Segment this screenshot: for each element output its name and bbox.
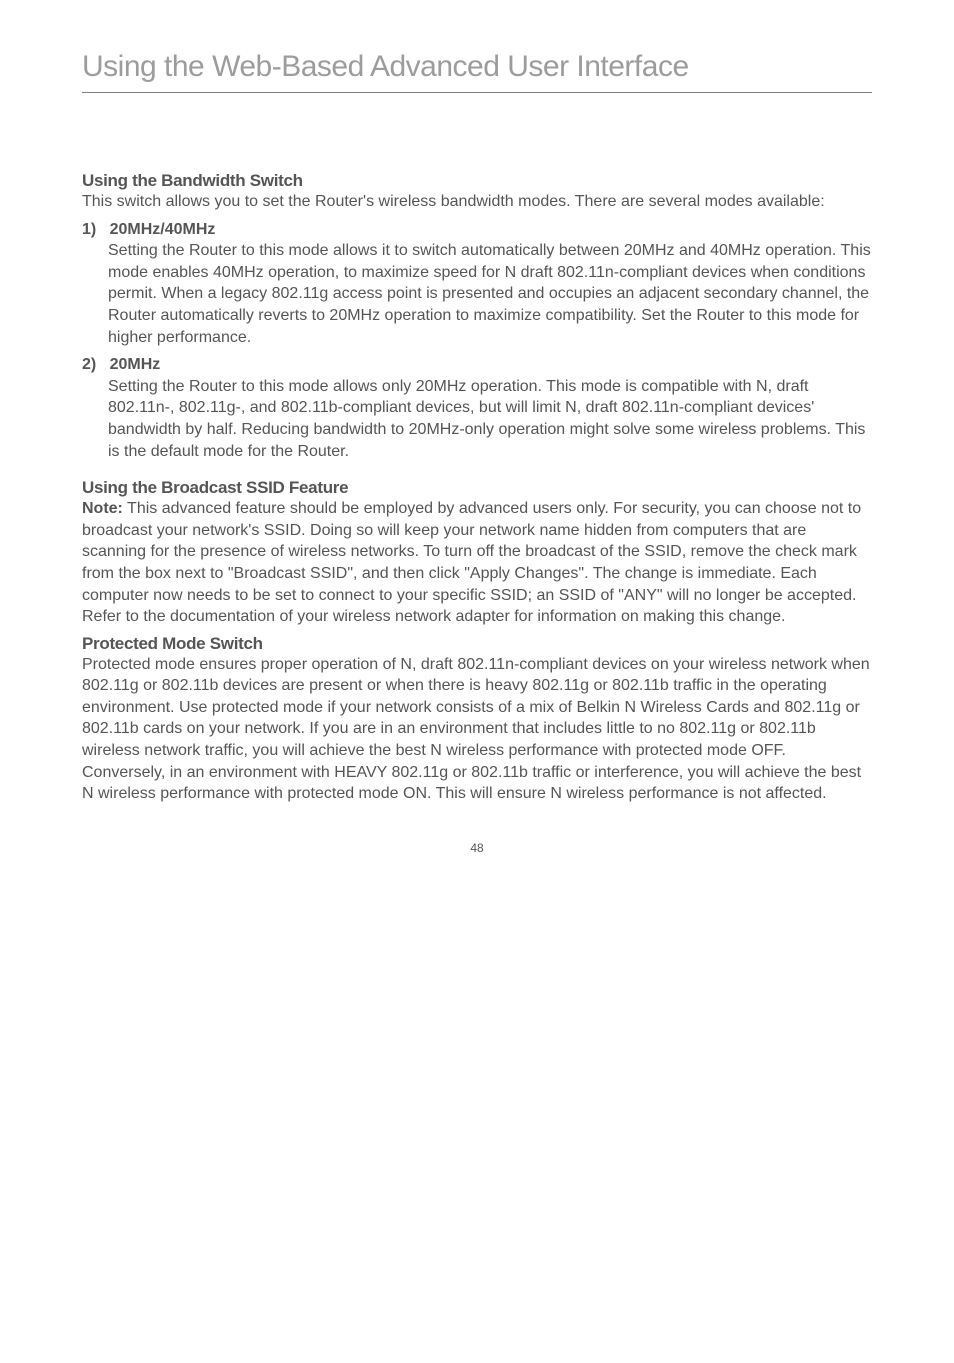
list-number: 2) bbox=[82, 356, 96, 373]
list-number: 1) bbox=[82, 221, 96, 238]
list-item-1: 1) 20MHz/40MHz Setting the Router to thi… bbox=[82, 219, 872, 349]
list-item-label: 20MHz bbox=[110, 356, 161, 373]
section-intro-bandwidth: This switch allows you to set the Router… bbox=[82, 191, 872, 213]
page-number: 48 bbox=[82, 841, 872, 855]
section-body-ssid-text: This advanced feature should be employed… bbox=[82, 500, 861, 625]
list-item-body: Setting the Router to this mode allows i… bbox=[108, 240, 872, 348]
header-divider bbox=[82, 92, 872, 93]
list-item-2: 2) 20MHz Setting the Router to this mode… bbox=[82, 354, 872, 462]
list-item-body: Setting the Router to this mode allows o… bbox=[108, 376, 872, 462]
section-body-ssid: Note: This advanced feature should be em… bbox=[82, 498, 872, 628]
section-heading-protected: Protected Mode Switch bbox=[82, 634, 872, 654]
list-item-label: 20MHz/40MHz bbox=[110, 221, 216, 238]
section-heading-bandwidth: Using the Bandwidth Switch bbox=[82, 171, 872, 191]
chapter-title: Using the Web-Based Advanced User Interf… bbox=[82, 50, 872, 84]
note-label: Note: bbox=[82, 500, 123, 517]
section-heading-ssid: Using the Broadcast SSID Feature bbox=[82, 478, 872, 498]
section-body-protected: Protected mode ensures proper operation … bbox=[82, 654, 872, 805]
